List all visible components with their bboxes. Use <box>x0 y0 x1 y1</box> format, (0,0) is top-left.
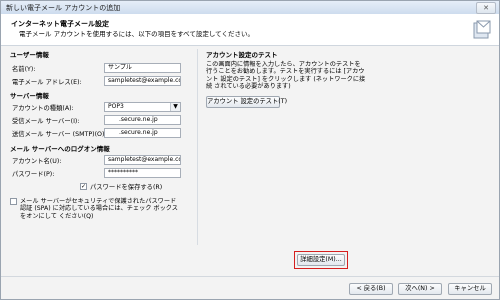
spa-label: メール サーバーがセキュリティで保護されたパスワード認証 (SPA) に対応して… <box>20 198 178 220</box>
account-type-label: アカウントの種類(A): <box>12 105 74 112</box>
spa-checkbox[interactable] <box>10 198 17 205</box>
header-subtitle: 電子メール アカウントを使用するには、以下の項目をすべて設定してください。 <box>19 30 254 38</box>
server-info-heading: サーバー情報 <box>10 92 49 100</box>
next-button[interactable]: 次へ(N) > <box>398 283 442 295</box>
incoming-server-field[interactable]: .secure.ne.jp <box>104 115 181 125</box>
account-name-label: アカウント名(U): <box>12 158 62 165</box>
password-label: パスワード(P): <box>12 171 55 178</box>
close-icon: ✕ <box>483 4 489 12</box>
window-title: 新しい電子メール アカウントの追加 <box>6 4 121 12</box>
section-divider <box>197 49 198 245</box>
save-password-checkbox[interactable]: ✓ <box>80 183 87 190</box>
account-name-field[interactable]: sampletest@example.com <box>104 155 181 165</box>
test-account-button[interactable]: アカウント 設定のテスト(T) <box>206 96 287 108</box>
account-type-select[interactable]: POP3 ▼ <box>104 102 181 112</box>
cancel-button[interactable]: キャンセル <box>448 283 492 295</box>
test-description: この画面内に情報を入力したら、アカウントのテストを 行うことをお勧めします。テス… <box>206 61 366 91</box>
advanced-settings-button[interactable]: 詳細設定(M)... <box>297 254 345 266</box>
incoming-server-label: 受信メール サーバー(I): <box>12 118 80 125</box>
outgoing-server-field[interactable]: .secure.ne.jp <box>104 128 181 138</box>
add-account-dialog: 新しい電子メール アカウントの追加 ✕ インターネット電子メール設定 電子メール… <box>0 0 500 300</box>
name-field[interactable]: サンプル <box>104 63 181 73</box>
email-field[interactable]: sampletest@example.com <box>104 76 181 86</box>
save-password-label: パスワードを保存する(R) <box>90 184 163 191</box>
back-button[interactable]: < 戻る(B) <box>349 283 393 295</box>
test-heading: アカウント設定のテスト <box>206 51 278 59</box>
dialog-content: ユーザー情報 名前(Y): サンプル 電子メール アドレス(E): sample… <box>1 45 499 271</box>
login-info-heading: メール サーバーへのログオン情報 <box>10 145 110 153</box>
checkmark-icon: ✓ <box>81 183 87 190</box>
mail-account-icon <box>473 20 491 39</box>
title-bar: 新しい電子メール アカウントの追加 ✕ <box>1 1 499 15</box>
account-type-value: POP3 <box>108 103 124 110</box>
user-info-heading: ユーザー情報 <box>10 51 49 59</box>
dropdown-arrow-icon[interactable]: ▼ <box>170 103 180 111</box>
close-button[interactable]: ✕ <box>476 2 496 14</box>
footer-divider <box>1 276 499 277</box>
email-label: 電子メール アドレス(E): <box>12 79 82 86</box>
dialog-header: インターネット電子メール設定 電子メール アカウントを使用するには、以下の項目を… <box>1 14 499 46</box>
outgoing-server-label: 送信メール サーバー (SMTP)(O): <box>12 131 107 138</box>
name-label: 名前(Y): <box>12 66 36 73</box>
password-field[interactable]: ********** <box>104 168 181 178</box>
